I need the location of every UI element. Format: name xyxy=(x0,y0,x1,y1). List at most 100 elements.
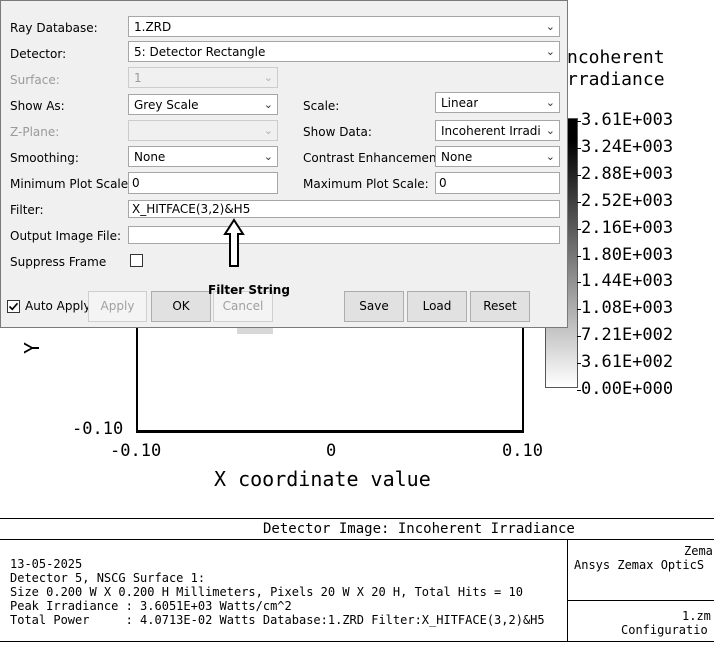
ok-button[interactable]: OK xyxy=(151,291,211,322)
ray-database-label: Ray Database: xyxy=(10,21,98,35)
colorbar-tick-mark xyxy=(577,363,581,365)
smoothing-dropdown[interactable]: None ⌄ xyxy=(128,146,278,167)
x-tick-label-mid: 0 xyxy=(326,441,337,461)
ray-database-dropdown[interactable]: 1.ZRD ⌄ xyxy=(128,16,560,37)
smoothing-label: Smoothing: xyxy=(10,151,79,165)
maximum-plot-scale-label: Maximum Plot Scale: xyxy=(303,177,429,191)
footer-info-line: Detector 5, NSCG Surface 1: xyxy=(10,571,206,585)
colorbar-tick-label: 2.16E+003 xyxy=(581,217,674,238)
surface-label: Surface: xyxy=(10,73,60,87)
colorbar-title-line-2: rradiance xyxy=(567,69,665,90)
footer-info-line: Peak Irradiance : 3.6051E+03 Watts/cm^2 xyxy=(10,599,292,613)
apply-button[interactable]: Apply xyxy=(88,291,147,322)
chevron-down-icon: ⌄ xyxy=(545,124,555,137)
x-tick-label-left: -0.10 xyxy=(110,441,162,461)
save-button[interactable]: Save xyxy=(344,291,404,322)
y-axis-label: Y xyxy=(20,341,44,355)
ray-database-value: 1.ZRD xyxy=(134,20,172,34)
footer-info-line: 13-05-2025 xyxy=(10,557,83,571)
plot-frame-right xyxy=(522,328,524,431)
colorbar-tick-mark xyxy=(577,282,581,284)
x-tick-label-right: 0.10 xyxy=(502,441,543,461)
colorbar-tick-mark xyxy=(577,147,581,149)
smoothing-value: None xyxy=(134,150,166,164)
detector-viewer-settings-dialog: Ray Database: 1.ZRD ⌄ Detector: 5: Detec… xyxy=(0,0,568,328)
filter-label: Filter: xyxy=(10,203,44,217)
y-tick-label: -0.10 xyxy=(72,419,124,439)
colorbar-tick-label: 1.44E+003 xyxy=(581,271,674,292)
chevron-down-icon: ⌄ xyxy=(545,45,555,58)
chevron-down-icon: ⌄ xyxy=(263,124,273,137)
colorbar-tick-label: 3.61E+002 xyxy=(581,352,674,373)
suppress-frame-checkbox[interactable] xyxy=(130,254,143,267)
detector-label: Detector: xyxy=(10,47,67,61)
filter-input[interactable]: X_HITFACE(3,2)&H5 xyxy=(128,200,560,218)
colorbar-tick-mark xyxy=(577,228,581,230)
z-plane-label: Z-Plane: xyxy=(10,125,60,139)
footer-info-line: Total Power : 4.0713E-02 Watts Database:… xyxy=(10,613,545,627)
show-data-label: Show Data: xyxy=(303,125,372,139)
show-as-value: Grey Scale xyxy=(134,98,199,112)
colorbar-tick-mark xyxy=(577,121,581,122)
filter-string-annotation: Filter String xyxy=(208,283,290,297)
maximum-plot-scale-input[interactable]: 0 xyxy=(435,172,560,194)
scale-dropdown[interactable]: Linear ⌄ xyxy=(435,92,560,113)
colorbar-tick-label: 2.88E+003 xyxy=(581,163,674,184)
output-image-file-input[interactable] xyxy=(128,226,560,244)
show-data-dropdown[interactable]: Incoherent Irradiar ⌄ xyxy=(435,120,560,141)
contrast-enhancement-value: None xyxy=(441,150,473,164)
suppress-frame-label: Suppress Frame xyxy=(10,255,107,269)
z-plane-dropdown[interactable]: ⌄ xyxy=(128,120,278,141)
footer-info-line: Size 0.200 W X 0.200 H Millimeters, Pixe… xyxy=(10,585,523,599)
colorbar-tick-mark xyxy=(577,336,581,338)
plot-frame-bottom xyxy=(136,430,524,433)
colorbar-tick-mark xyxy=(577,201,581,203)
colorbar-tick-label: 2.52E+003 xyxy=(581,190,674,211)
colorbar-title-line-1: ncoherent xyxy=(567,47,665,68)
minimum-plot-scale-value: 0 xyxy=(132,176,140,190)
chevron-down-icon: ⌄ xyxy=(263,150,273,163)
colorbar-tick-label: 1.08E+003 xyxy=(581,298,674,319)
colorbar-tick-mark xyxy=(577,174,581,176)
minimum-plot-scale-label: Minimum Plot Scale: xyxy=(10,177,133,191)
x-axis-label: X coordinate value xyxy=(214,467,431,491)
chevron-down-icon: ⌄ xyxy=(545,150,555,163)
auto-apply-label[interactable]: Auto Apply xyxy=(25,300,91,312)
colorbar-tick-mark xyxy=(577,390,581,391)
filter-value: X_HITFACE(3,2)&H5 xyxy=(132,202,251,216)
chevron-down-icon: ⌄ xyxy=(545,20,555,33)
load-button[interactable]: Load xyxy=(407,291,467,322)
footer-file-line-1: 1.zm xyxy=(682,609,711,623)
surface-dropdown[interactable]: 1 ⌄ xyxy=(128,67,278,88)
detector-value: 5: Detector Rectangle xyxy=(134,45,266,59)
footer-divider-vertical xyxy=(567,539,568,641)
output-image-file-label: Output Image File: xyxy=(10,229,122,243)
footer-rule-bottom xyxy=(0,641,714,642)
colorbar-tick-label: 0.00E+000 xyxy=(581,379,674,399)
chevron-down-icon: ⌄ xyxy=(263,98,273,111)
maximum-plot-scale-value: 0 xyxy=(439,176,447,190)
contrast-enhancement-label: Contrast Enhancement: xyxy=(303,151,446,165)
show-as-dropdown[interactable]: Grey Scale ⌄ xyxy=(128,94,278,115)
footer-file-line-2: Configuratio xyxy=(621,623,708,637)
footer-divider-horizontal xyxy=(567,600,714,601)
reset-button[interactable]: Reset xyxy=(470,291,530,322)
colorbar-tick-mark xyxy=(577,309,581,311)
auto-apply-checkbox[interactable] xyxy=(7,300,20,313)
surface-value: 1 xyxy=(134,71,142,85)
detector-dropdown[interactable]: 5: Detector Rectangle ⌄ xyxy=(128,41,560,62)
footer-vendor-line-1: Zema xyxy=(684,544,713,558)
plot-artifact xyxy=(237,328,273,334)
contrast-enhancement-dropdown[interactable]: None ⌄ xyxy=(435,146,560,167)
colorbar-tick-label: 7.21E+002 xyxy=(581,325,674,346)
chevron-down-icon: ⌄ xyxy=(545,96,555,109)
up-arrow-icon xyxy=(223,218,245,267)
footer-rule-top xyxy=(0,518,714,519)
scale-value: Linear xyxy=(441,96,479,110)
scale-label: Scale: xyxy=(303,99,340,113)
minimum-plot-scale-input[interactable]: 0 xyxy=(128,172,278,194)
colorbar-tick-mark xyxy=(577,255,581,257)
footer-rule-mid xyxy=(0,539,714,540)
colorbar-tick-label: 1.80E+003 xyxy=(581,244,674,265)
footer-vendor-line-2: Ansys Zemax OpticS xyxy=(574,558,705,572)
